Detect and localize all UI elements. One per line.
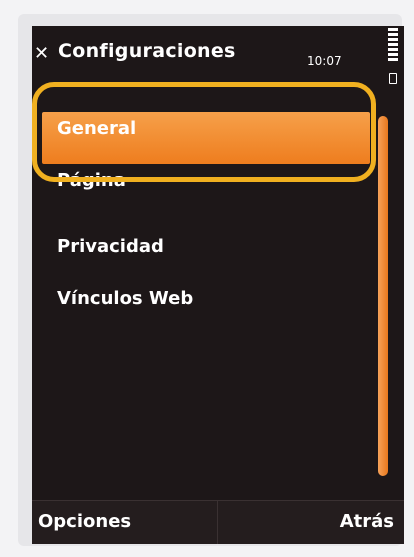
scrollbar[interactable] [378,116,388,476]
softkey-divider [217,501,218,544]
phone-screen: ✕ Configuraciones 10:07 General Página P… [32,26,404,544]
options-softkey[interactable]: Opciones [38,511,131,532]
softkey-bar: Opciones Atrás [32,500,404,544]
clock: 10:07 [307,54,342,68]
menu-item-label: Privacidad [57,236,164,257]
signal-strength-icon [388,28,398,66]
scrollbar-thumb[interactable] [378,116,388,476]
back-softkey[interactable]: Atrás [340,511,394,532]
battery-icon [389,73,397,84]
menu-item-pagina[interactable]: Página [32,164,372,192]
title-bar: ✕ Configuraciones 10:07 [32,26,404,86]
menu-item-privacidad[interactable]: Privacidad [32,222,372,274]
page-title: Configuraciones [58,40,236,62]
menu-item-label: Página [57,170,126,191]
menu-item-general[interactable]: General [42,112,370,164]
menu-item-vinculos-web[interactable]: Vínculos Web [32,274,372,326]
menu-item-label: General [57,118,137,139]
menu-item-label: Vínculos Web [57,288,194,309]
close-icon[interactable]: ✕ [34,45,50,63]
